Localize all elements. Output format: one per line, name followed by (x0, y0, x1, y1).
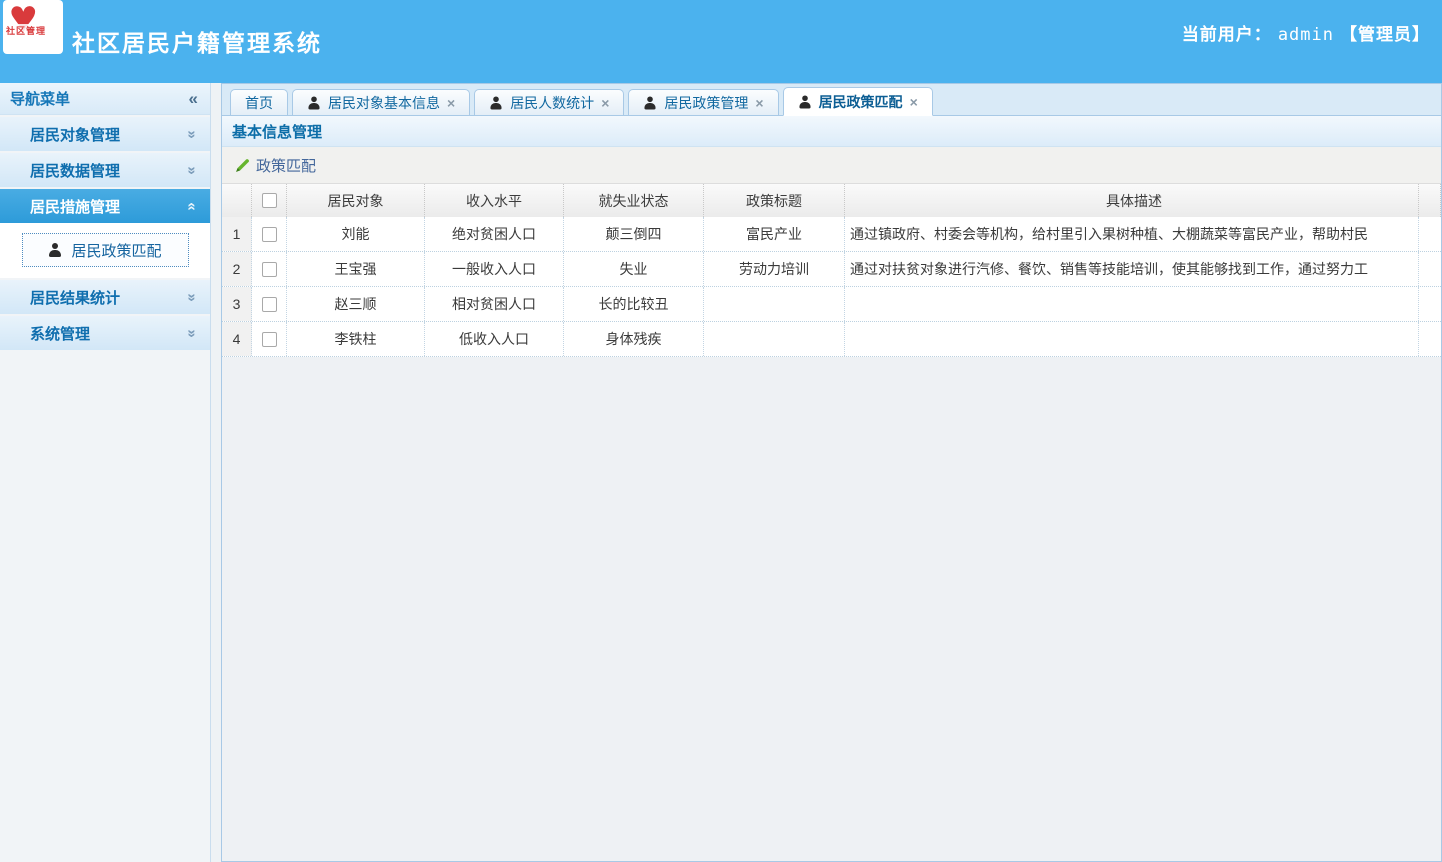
sidebar: 导航菜单 « 居民对象管理 » 居民数据管理 » 居民措施管理 « 居民政策匹配… (0, 83, 211, 862)
column-header-employment[interactable]: 就失业状态 (564, 184, 704, 217)
logo-text: 社区管理 (5, 24, 47, 37)
cell-policy (704, 322, 845, 356)
sidebar-item-resident-data-mgmt[interactable]: 居民数据管理 » (0, 153, 210, 187)
content-header: 基本信息管理 (222, 116, 1441, 147)
sidebar-item-system-mgmt[interactable]: 系统管理 » (0, 316, 210, 350)
chevron-double-down-icon: » (183, 166, 200, 174)
current-user-info: 当前用户：admin【管理员】 (1182, 20, 1430, 45)
page-title: 基本信息管理 (232, 121, 322, 142)
app-logo: ♥ 社区管理 (3, 0, 63, 54)
cell-employment: 失业 (564, 252, 704, 286)
heart-icon: ♥ (9, 0, 38, 45)
person-icon (644, 96, 657, 109)
app-header: ♥ 社区管理 社区居民户籍管理系统 当前用户：admin【管理员】 (0, 0, 1442, 83)
select-all-cell (252, 184, 287, 217)
sidebar-item-policy-match[interactable]: 居民政策匹配 (22, 233, 189, 267)
submenu-resident-measure: 居民政策匹配 (0, 223, 210, 278)
row-number-header (222, 184, 252, 217)
cell-policy: 富民产业 (704, 217, 845, 251)
column-header-income[interactable]: 收入水平 (425, 184, 564, 217)
tab-home[interactable]: 首页 (230, 89, 288, 115)
cell-description (845, 287, 1419, 321)
sidebar-collapse-icon[interactable]: « (189, 89, 198, 109)
chevron-double-down-icon: » (183, 130, 200, 138)
row-checkbox[interactable] (262, 227, 277, 242)
column-header-filler (1419, 184, 1441, 217)
cell-name: 李铁柱 (287, 322, 425, 356)
cell-policy (704, 287, 845, 321)
cell-income: 低收入人口 (425, 322, 564, 356)
table-header-row: 居民对象 收入水平 就失业状态 政策标题 具体描述 (222, 184, 1441, 217)
tab-resident-policy-mgmt[interactable]: 居民政策管理 × (628, 89, 778, 115)
close-icon[interactable]: × (755, 96, 763, 110)
sidebar-title: 导航菜单 (10, 88, 70, 109)
cell-income: 相对贫困人口 (425, 287, 564, 321)
table-row[interactable]: 1 刘能 绝对贫困人口 颠三倒四 富民产业 通过镇政府、村委会等机构，给村里引入… (222, 217, 1441, 252)
cell-name: 赵三顺 (287, 287, 425, 321)
cell-employment: 长的比较丑 (564, 287, 704, 321)
chevron-double-down-icon: » (183, 293, 200, 301)
close-icon[interactable]: × (910, 95, 918, 109)
close-icon[interactable]: × (601, 96, 609, 110)
person-icon (48, 243, 62, 257)
tab-resident-basic-info[interactable]: 居民对象基本信息 × (292, 89, 470, 115)
cell-description: 通过对扶贫对象进行汽修、餐饮、销售等技能培训，使其能够找到工作，通过努力工 (845, 252, 1419, 286)
cell-income: 绝对贫困人口 (425, 217, 564, 251)
row-checkbox[interactable] (262, 297, 277, 312)
tab-resident-policy-match[interactable]: 居民政策匹配 × (783, 87, 933, 116)
user-label: 当前用户： (1182, 25, 1272, 44)
sidebar-item-resident-measure-mgmt[interactable]: 居民措施管理 « (0, 189, 210, 223)
cell-name: 刘能 (287, 217, 425, 251)
cell-employment: 颠三倒四 (564, 217, 704, 251)
tab-bar: 首页 居民对象基本信息 × 居民人数统计 × 居民政策管理 × 居民政策匹配 × (222, 84, 1441, 116)
close-icon[interactable]: × (447, 96, 455, 110)
row-checkbox[interactable] (262, 262, 277, 277)
column-header-description[interactable]: 具体描述 (845, 184, 1419, 217)
row-checkbox[interactable] (262, 332, 277, 347)
policy-match-button[interactable]: 政策匹配 (231, 151, 324, 180)
user-role: 【管理员】 (1340, 25, 1430, 44)
column-header-policy[interactable]: 政策标题 (704, 184, 845, 217)
toolbar: 政策匹配 (222, 147, 1441, 184)
column-header-name[interactable]: 居民对象 (287, 184, 425, 217)
pencil-icon (235, 158, 250, 173)
sidebar-item-resident-object-mgmt[interactable]: 居民对象管理 » (0, 117, 210, 151)
chevron-double-up-icon: « (183, 202, 200, 210)
main-panel: 首页 居民对象基本信息 × 居民人数统计 × 居民政策管理 × 居民政策匹配 ×… (221, 83, 1442, 862)
cell-description: 通过镇政府、村委会等机构，给村里引入果树种植、大棚蔬菜等富民产业，帮助村民 (845, 217, 1419, 251)
user-name: admin (1272, 25, 1340, 45)
table-row[interactable]: 2 王宝强 一般收入人口 失业 劳动力培训 通过对扶贫对象进行汽修、餐饮、销售等… (222, 252, 1441, 287)
table-row[interactable]: 4 李铁柱 低收入人口 身体残疾 (222, 322, 1441, 357)
sidebar-item-resident-result-stats[interactable]: 居民结果统计 » (0, 280, 210, 314)
person-icon (490, 96, 503, 109)
tab-resident-count-stats[interactable]: 居民人数统计 × (474, 89, 624, 115)
table-row[interactable]: 3 赵三顺 相对贫困人口 长的比较丑 (222, 287, 1441, 322)
cell-name: 王宝强 (287, 252, 425, 286)
app-title: 社区居民户籍管理系统 (72, 24, 322, 58)
cell-employment: 身体残疾 (564, 322, 704, 356)
resident-policy-table: 居民对象 收入水平 就失业状态 政策标题 具体描述 1 刘能 绝对贫困人口 颠三… (222, 184, 1441, 357)
person-icon (798, 95, 811, 108)
chevron-double-down-icon: » (183, 329, 200, 337)
select-all-checkbox[interactable] (262, 193, 277, 208)
sidebar-header: 导航菜单 « (0, 83, 210, 115)
cell-income: 一般收入人口 (425, 252, 564, 286)
cell-policy: 劳动力培训 (704, 252, 845, 286)
cell-description (845, 322, 1419, 356)
person-icon (307, 96, 320, 109)
